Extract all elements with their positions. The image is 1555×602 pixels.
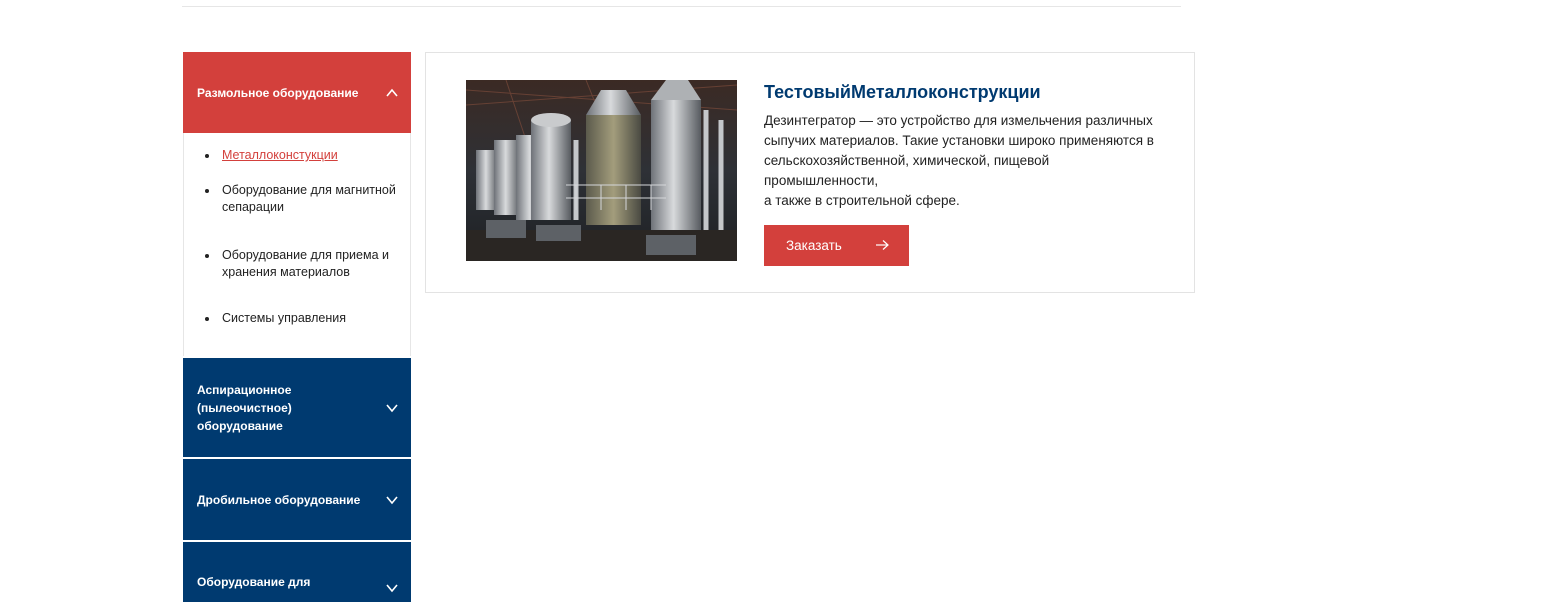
chevron-down-icon [386,584,398,593]
arrow-right-icon [876,240,889,250]
product-photo[interactable] [466,80,737,261]
catalog-sidebar: Размольное оборудование Металлоконстукци… [183,52,411,602]
top-divider [182,6,1181,7]
order-button[interactable]: Заказать [764,225,909,266]
category-label: Аспирационное (пылеочистное) оборудовани… [197,382,292,433]
category-equipment-for[interactable]: Оборудование для [183,542,411,602]
industrial-plant-image [466,80,737,261]
subcategory-list: Металлоконстукции Оборудование для магни… [183,133,411,356]
category-grinding[interactable]: Размольное оборудование [183,52,411,133]
order-button-label: Заказать [786,238,842,253]
category-aspiration[interactable]: Аспирационное (пылеочистное) оборудовани… [183,358,411,457]
category-label: Оборудование для [197,575,311,589]
subcategory-item-control[interactable]: Системы управления [184,310,410,327]
subcategory-item-metal[interactable]: Металлоконстукции [184,147,410,164]
category-crushing[interactable]: Дробильное оборудование [183,459,411,540]
chevron-down-icon [386,403,398,412]
product-card: ТестовыйМеталлоконструкции Дезинтегратор… [425,52,1195,293]
category-label: Дробильное оборудование [197,492,361,507]
chevron-down-icon [386,495,398,504]
category-label: Размольное оборудование [197,85,359,100]
subcategory-item-magnetic[interactable]: Оборудование для магнитной сепарации [184,182,410,216]
chevron-up-icon [386,88,398,97]
subcategory-item-storage[interactable]: Оборудование для приема и хранения матер… [184,247,410,281]
product-title[interactable]: ТестовыйМеталлоконструкции [764,82,1041,103]
product-description: Дезинтегратор — это устройство для измел… [764,113,1154,208]
